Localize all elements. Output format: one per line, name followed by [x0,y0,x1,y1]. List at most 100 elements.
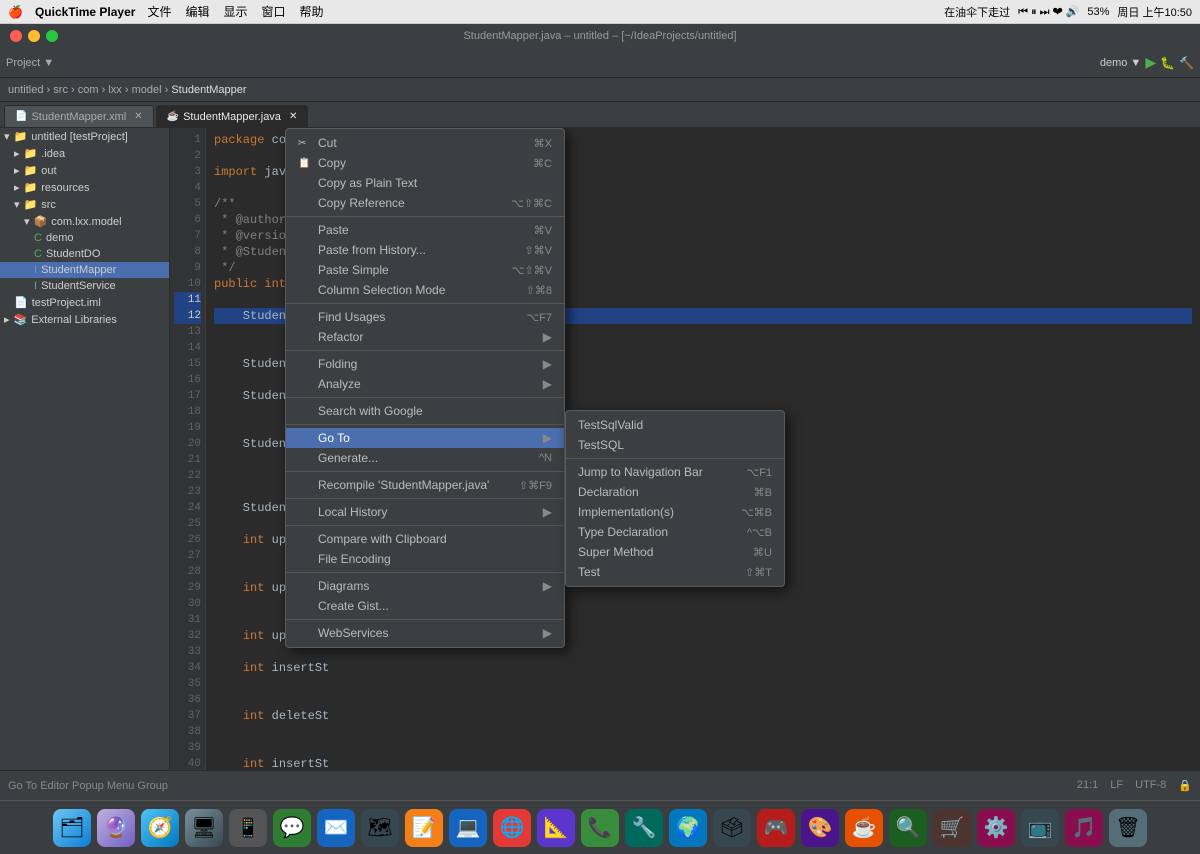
sidebar-label: com.lxx.model [51,216,121,228]
menu-diagrams[interactable]: Diagrams ▶ [286,576,564,596]
menu-webservices[interactable]: WebServices ▶ [286,623,564,643]
menu-folding[interactable]: Folding ▶ [286,354,564,374]
menu-copy-ref[interactable]: Copy Reference ⌥⇧⌘C [286,193,564,213]
menu-compare-clipboard[interactable]: Compare with Clipboard [286,529,564,549]
sidebar-item-out[interactable]: ▸ 📁 out [0,162,169,179]
dock-app3[interactable]: 🗺 [361,809,399,847]
sidebar-item-resources[interactable]: ▸ 📁 resources [0,179,169,196]
build-button[interactable]: 🔨 [1179,56,1194,70]
menu-refactor[interactable]: Refactor ▶ [286,327,564,347]
dock-notes[interactable]: 📝 [405,809,443,847]
menu-cut[interactable]: ✂ Cut ⌘X [286,133,564,153]
dock-finder[interactable]: 🗂 [53,809,91,847]
menu-goto[interactable]: Go To ▶ [286,428,564,448]
dock-trash[interactable]: 🗑 [1109,809,1147,847]
sidebar-item-demo[interactable]: C demo [0,230,169,246]
submenu-test-sql-valid[interactable]: TestSqlValid [566,415,784,435]
bc-src[interactable]: src [53,84,68,96]
dock-safari[interactable]: 🧭 [141,809,179,847]
close-tab-java[interactable]: ✕ [289,111,297,122]
sidebar-item-package[interactable]: ▾ 📦 com.lxx.model [0,213,169,230]
sidebar-label: testProject.iml [32,297,101,309]
submenu-nav-bar[interactable]: Jump to Navigation Bar ⌥F1 [566,462,784,482]
bc-model[interactable]: model [132,84,162,96]
menu-search-google[interactable]: Search with Google [286,401,564,421]
sidebar-item-untitled[interactable]: ▾ 📁 untitled [testProject] [0,128,169,145]
menu-help[interactable]: 帮助 [300,3,324,20]
dock-app2[interactable]: 💬 [273,809,311,847]
dock-app4[interactable]: 🌐 [493,809,531,847]
dock-mission-control[interactable]: 🖥 [185,809,223,847]
run-button[interactable]: ▶ [1145,54,1156,71]
menu-view[interactable]: 显示 [223,3,247,20]
package-icon: 📦 [34,215,48,228]
test-sql-label: TestSQL [578,438,624,452]
dock-app13[interactable]: ⚙️ [977,809,1015,847]
dock-app8[interactable]: 🎮 [757,809,795,847]
minimize-button[interactable] [28,30,40,42]
menu-local-history[interactable]: Local History ▶ [286,502,564,522]
sidebar-item-src[interactable]: ▾ 📁 src [0,196,169,213]
dock-mail[interactable]: ✉️ [317,809,355,847]
submenu-test[interactable]: Test ⇧⌘T [566,562,784,582]
sidebar-item-studentservice[interactable]: I StudentService [0,278,169,294]
sidebar-item-studentmapper[interactable]: I StudentMapper [0,262,169,278]
sidebar-item-iml[interactable]: 📄 testProject.iml [0,294,169,311]
bc-untitled[interactable]: untitled [8,84,43,96]
submenu-implementation[interactable]: Implementation(s) ⌥⌘B [566,502,784,522]
menu-create-gist[interactable]: Create Gist... [286,596,564,616]
menu-paste-simple[interactable]: Paste Simple ⌥⇧⌘V [286,260,564,280]
dock-app11[interactable]: 🔍 [889,809,927,847]
analyze-arrow: ▶ [543,377,552,391]
menu-recompile[interactable]: Recompile 'StudentMapper.java' ⇧⌘F9 [286,475,564,495]
menu-paste[interactable]: Paste ⌘V [286,220,564,240]
sidebar-item-idea[interactable]: ▸ 📁 .idea [0,145,169,162]
dock-siri[interactable]: 🔮 [97,809,135,847]
menu-find-usages[interactable]: Find Usages ⌥F7 [286,307,564,327]
run-config-dropdown[interactable]: demo ▼ [1100,57,1141,69]
project-sidebar: ▾ 📁 untitled [testProject] ▸ 📁 .idea ▸ 📁… [0,128,170,770]
dock-chrome[interactable]: 🌍 [669,809,707,847]
menu-copy-plain[interactable]: Copy as Plain Text [286,173,564,193]
menu-paste-history[interactable]: Paste from History... ⇧⌘V [286,240,564,260]
sidebar-item-studentdo[interactable]: C StudentDO [0,246,169,262]
dock-app1[interactable]: 📱 [229,809,267,847]
dock-app15[interactable]: 🎵 [1065,809,1103,847]
implementation-label: Implementation(s) [578,505,674,519]
tab-studentmapper-xml[interactable]: 📄 StudentMapper.xml ✕ [4,105,154,127]
menu-file[interactable]: 文件 [147,3,171,20]
close-tab-xml[interactable]: ✕ [134,111,142,122]
dock-phone[interactable]: 📞 [581,809,619,847]
search-google-label: Search with Google [318,404,423,418]
bc-lxx[interactable]: lxx [108,84,121,96]
menu-window[interactable]: 窗口 [262,3,286,20]
close-button[interactable] [10,30,22,42]
tab-studentmapper-java[interactable]: ☕ StudentMapper.java ✕ [156,105,309,127]
apple-menu[interactable]: 🍎 [8,5,23,19]
submenu-super-method[interactable]: Super Method ⌘U [566,542,784,562]
debug-button[interactable]: 🐛 [1160,56,1175,70]
cut-icon: ✂ [298,138,312,149]
menu-generate[interactable]: Generate... ^N [286,448,564,468]
dock-app6[interactable]: 🔧 [625,809,663,847]
menu-copy[interactable]: 📋 Copy ⌘C [286,153,564,173]
maximize-button[interactable] [46,30,58,42]
dock-app10[interactable]: ☕ [845,809,883,847]
dock-vscode[interactable]: 💻 [449,809,487,847]
menu-analyze[interactable]: Analyze ▶ [286,374,564,394]
submenu-type-declaration[interactable]: Type Declaration ^⌥B [566,522,784,542]
submenu-test-sql[interactable]: TestSQL [566,435,784,455]
dock-app9[interactable]: 🎨 [801,809,839,847]
dock-app5[interactable]: 📐 [537,809,575,847]
bc-studentmapper[interactable]: StudentMapper [171,84,246,96]
menu-col-select[interactable]: Column Selection Mode ⇧⌘8 [286,280,564,300]
submenu-declaration[interactable]: Declaration ⌘B [566,482,784,502]
dock-app7[interactable]: 🗳 [713,809,751,847]
menu-file-encoding[interactable]: File Encoding [286,549,564,569]
sidebar-item-extlib[interactable]: ▸ 📚 External Libraries [0,311,169,328]
dock-app14[interactable]: 📺 [1021,809,1059,847]
dock-app12[interactable]: 🛒 [933,809,971,847]
bc-com[interactable]: com [78,84,99,96]
menu-edit[interactable]: 编辑 [185,3,209,20]
line-numbers: 12345 678910 11 12 1314151617 1819202122… [170,128,206,770]
